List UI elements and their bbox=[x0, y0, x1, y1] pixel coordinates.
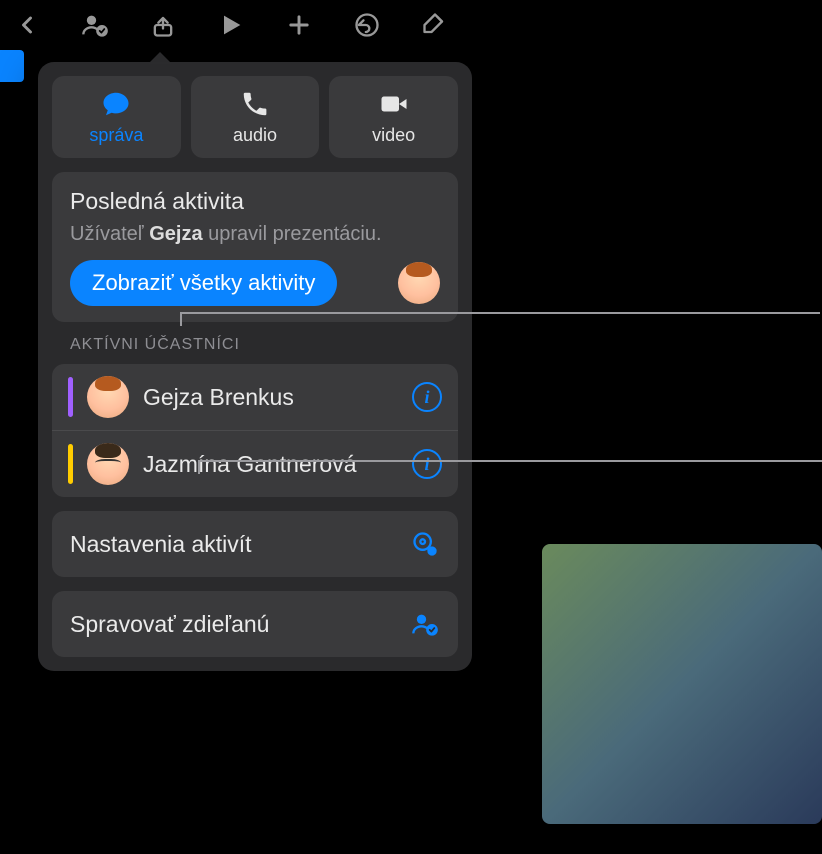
avatar bbox=[87, 443, 129, 485]
message-label: správa bbox=[89, 125, 143, 146]
background-photo bbox=[542, 544, 822, 824]
manage-share-icon bbox=[410, 609, 440, 639]
participant-color bbox=[68, 444, 73, 484]
active-participants-header: AKTÍVNI ÚČASTNÍCI bbox=[70, 336, 454, 354]
message-icon bbox=[101, 89, 131, 119]
participant-color bbox=[68, 377, 73, 417]
activity-settings-button[interactable]: Nastavenia aktivít bbox=[52, 511, 458, 577]
toolbar bbox=[0, 0, 822, 50]
collaborate-icon[interactable] bbox=[80, 10, 110, 40]
audio-label: audio bbox=[233, 125, 277, 146]
participants-list: Gejza Brenkus i Jazmína Gantnerová i bbox=[52, 364, 458, 497]
show-all-activities-button[interactable]: Zobraziť všetky aktivity bbox=[70, 260, 337, 306]
recent-activity-title: Posledná aktivita bbox=[70, 188, 440, 215]
collaboration-popover: správa audio video Posledná aktivita Uží… bbox=[38, 62, 472, 671]
list-item[interactable]: Gejza Brenkus i bbox=[52, 364, 458, 430]
phone-icon bbox=[240, 89, 270, 119]
format-brush-icon[interactable] bbox=[420, 10, 450, 40]
video-button[interactable]: video bbox=[329, 76, 458, 158]
back-icon[interactable] bbox=[12, 10, 42, 40]
undo-icon[interactable] bbox=[352, 10, 382, 40]
video-label: video bbox=[372, 125, 415, 146]
recent-activity-card: Posledná aktivita Užívateľ Gejza upravil… bbox=[52, 172, 458, 322]
avatar bbox=[87, 376, 129, 418]
message-button[interactable]: správa bbox=[52, 76, 181, 158]
gear-icon bbox=[410, 529, 440, 559]
audio-button[interactable]: audio bbox=[191, 76, 320, 158]
participant-name: Gejza Brenkus bbox=[143, 384, 398, 411]
recent-activity-text: Užívateľ Gejza upravil prezentáciu. bbox=[70, 223, 440, 246]
info-icon[interactable]: i bbox=[412, 382, 442, 412]
callout-line bbox=[198, 460, 822, 462]
avatar bbox=[398, 262, 440, 304]
info-icon[interactable]: i bbox=[412, 449, 442, 479]
video-icon bbox=[379, 89, 409, 119]
callout-line bbox=[180, 312, 820, 314]
share-icon[interactable] bbox=[148, 10, 178, 40]
plus-icon[interactable] bbox=[284, 10, 314, 40]
play-icon[interactable] bbox=[216, 10, 246, 40]
manage-shared-button[interactable]: Spravovať zdieľanú bbox=[52, 591, 458, 657]
slide-selection-indicator bbox=[0, 50, 24, 82]
participant-name: Jazmína Gantnerová bbox=[143, 451, 398, 478]
communication-buttons: správa audio video bbox=[52, 76, 458, 158]
list-item[interactable]: Jazmína Gantnerová i bbox=[52, 430, 458, 497]
